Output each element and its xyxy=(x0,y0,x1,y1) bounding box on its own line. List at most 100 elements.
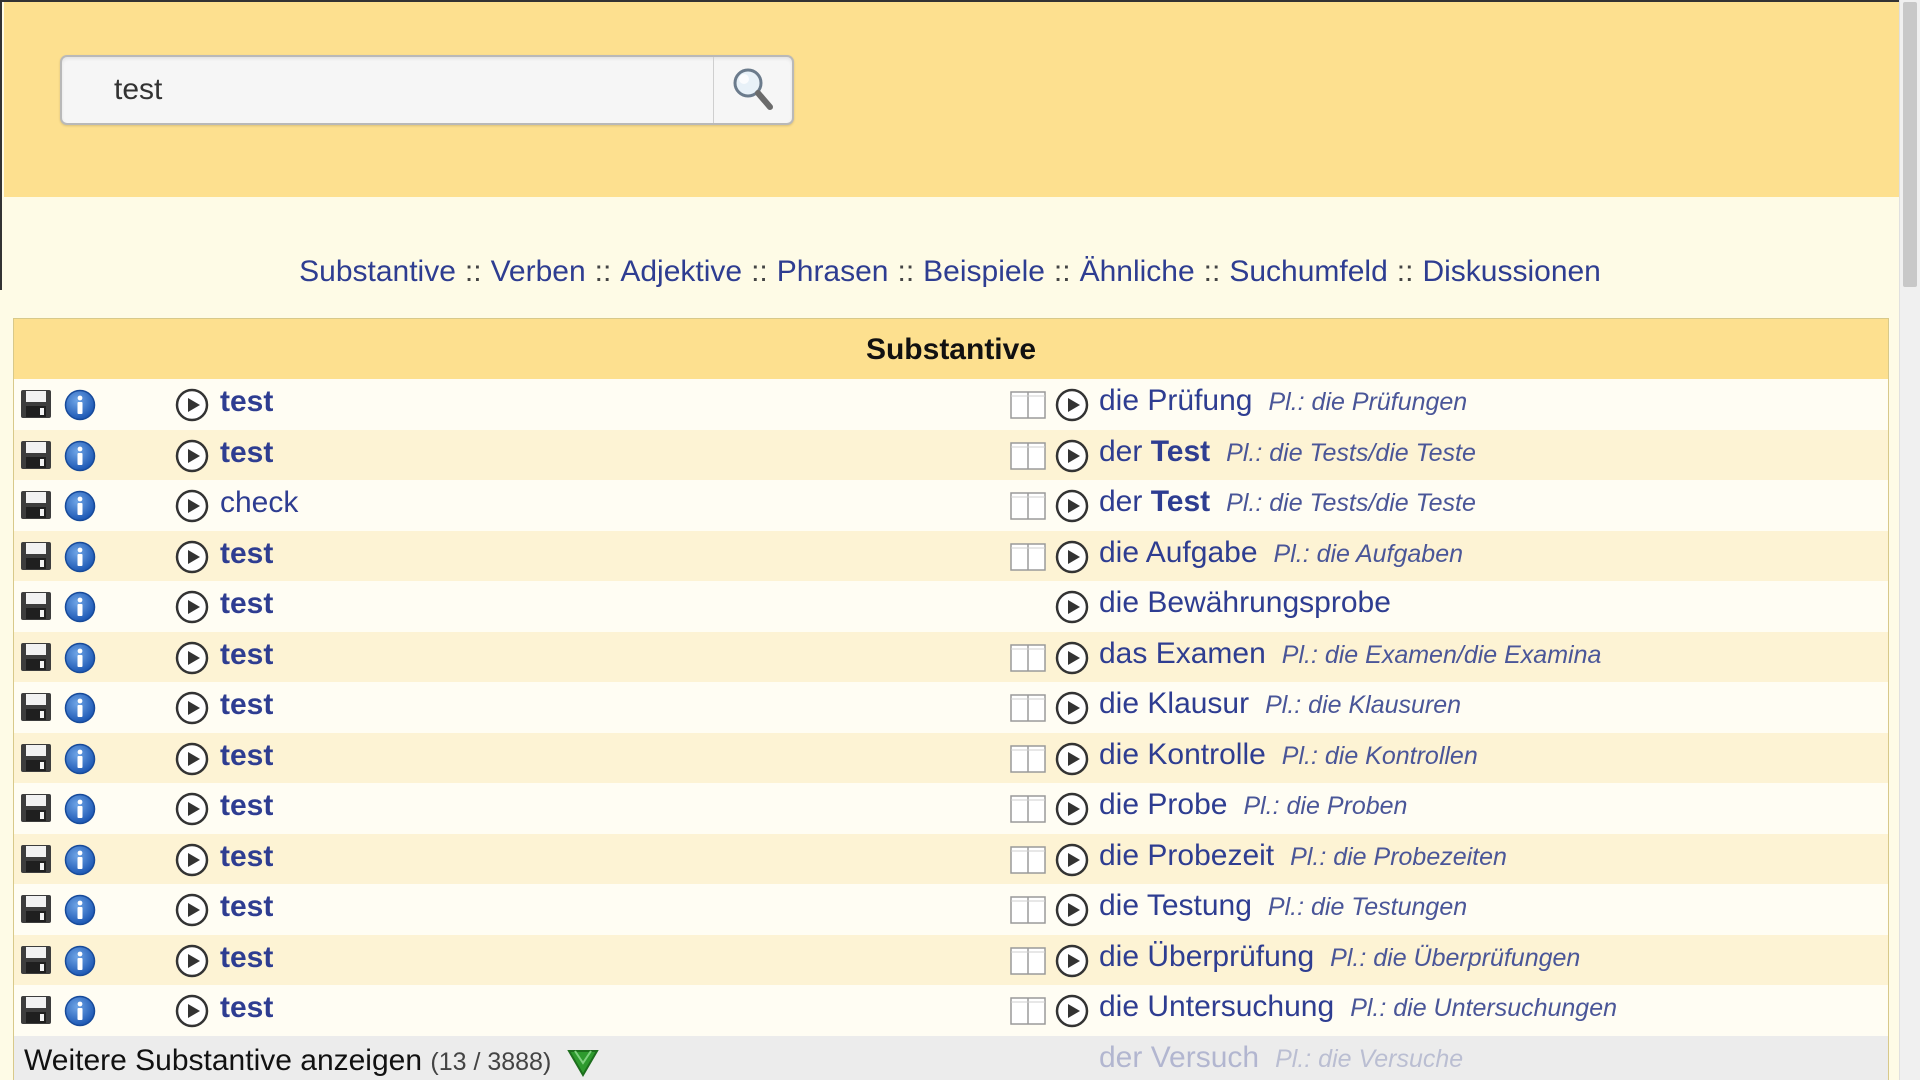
info-icon[interactable] xyxy=(64,692,96,729)
info-icon[interactable] xyxy=(64,743,96,780)
play-audio-icon[interactable] xyxy=(175,843,209,882)
save-disk-icon[interactable] xyxy=(20,389,52,424)
info-icon[interactable] xyxy=(64,793,96,830)
book-icon[interactable] xyxy=(1010,693,1046,728)
german-term[interactable]: die Überprüfung Pl.: die Überprüfungen xyxy=(1099,940,1580,974)
english-term[interactable]: test xyxy=(220,688,273,722)
show-more-row[interactable]: Weitere Substantive anzeigen (13 / 3888)… xyxy=(14,1035,1888,1080)
german-term[interactable]: die Klausur Pl.: die Klausuren xyxy=(1099,687,1461,721)
play-audio-icon[interactable] xyxy=(1055,893,1089,932)
book-icon[interactable] xyxy=(1010,441,1046,476)
play-audio-icon[interactable] xyxy=(1055,944,1089,983)
green-down-arrow-icon[interactable] xyxy=(567,1048,599,1080)
play-audio-icon[interactable] xyxy=(175,489,209,528)
german-term[interactable]: der Test Pl.: die Tests/die Teste xyxy=(1099,435,1476,469)
nav-link-suchumfeld[interactable]: Suchumfeld xyxy=(1229,255,1387,288)
save-disk-icon[interactable] xyxy=(20,894,52,929)
info-icon[interactable] xyxy=(64,995,96,1032)
play-audio-icon[interactable] xyxy=(1055,439,1089,478)
play-audio-icon[interactable] xyxy=(175,994,209,1033)
book-icon[interactable] xyxy=(1010,643,1046,678)
german-term[interactable]: die Probezeit Pl.: die Probezeiten xyxy=(1099,839,1507,873)
german-term[interactable]: die Untersuchung Pl.: die Untersuchungen xyxy=(1099,990,1617,1024)
english-term[interactable]: test xyxy=(220,638,273,672)
german-term[interactable]: die Aufgabe Pl.: die Aufgaben xyxy=(1099,536,1463,570)
info-icon[interactable] xyxy=(64,541,96,578)
info-icon[interactable] xyxy=(64,389,96,426)
info-icon[interactable] xyxy=(64,440,96,477)
play-audio-icon[interactable] xyxy=(175,540,209,579)
search-input[interactable] xyxy=(64,59,714,121)
info-icon[interactable] xyxy=(64,844,96,881)
german-term[interactable]: der Test Pl.: die Tests/die Teste xyxy=(1099,485,1476,519)
nav-link-beispiele[interactable]: Beispiele xyxy=(923,255,1045,288)
book-icon[interactable] xyxy=(1010,390,1046,425)
save-disk-icon[interactable] xyxy=(20,440,52,475)
play-audio-icon[interactable] xyxy=(1055,641,1089,680)
book-icon[interactable] xyxy=(1010,845,1046,880)
german-term[interactable]: die Bewährungsprobe xyxy=(1099,586,1391,620)
nav-link-adjektive[interactable]: Adjektive xyxy=(620,255,742,288)
play-audio-icon[interactable] xyxy=(175,439,209,478)
play-audio-icon[interactable] xyxy=(175,893,209,932)
save-disk-icon[interactable] xyxy=(20,692,52,727)
save-disk-icon[interactable] xyxy=(20,743,52,778)
play-audio-icon[interactable] xyxy=(1055,489,1089,528)
play-audio-icon[interactable] xyxy=(175,590,209,629)
english-term[interactable]: test xyxy=(220,991,273,1025)
vertical-scrollbar[interactable] xyxy=(1899,0,1920,1080)
book-icon[interactable] xyxy=(1010,491,1046,526)
save-disk-icon[interactable] xyxy=(20,844,52,879)
english-term[interactable]: test xyxy=(220,789,273,823)
save-disk-icon[interactable] xyxy=(20,995,52,1030)
info-icon[interactable] xyxy=(64,945,96,982)
german-term[interactable]: die Prüfung Pl.: die Prüfungen xyxy=(1099,384,1467,418)
play-audio-icon[interactable] xyxy=(1055,742,1089,781)
play-audio-icon[interactable] xyxy=(1055,691,1089,730)
german-term[interactable]: das Examen Pl.: die Examen/die Examina xyxy=(1099,637,1601,671)
play-audio-icon[interactable] xyxy=(1055,994,1089,1033)
info-icon[interactable] xyxy=(64,591,96,628)
german-term[interactable]: die Kontrolle Pl.: die Kontrollen xyxy=(1099,738,1478,772)
play-audio-icon[interactable] xyxy=(175,792,209,831)
german-term[interactable]: die Probe Pl.: die Proben xyxy=(1099,788,1407,822)
english-term[interactable]: test xyxy=(220,436,273,470)
save-disk-icon[interactable] xyxy=(20,541,52,576)
english-term[interactable]: test xyxy=(220,890,273,924)
play-audio-icon[interactable] xyxy=(1055,792,1089,831)
save-disk-icon[interactable] xyxy=(20,945,52,980)
play-audio-icon[interactable] xyxy=(175,388,209,427)
scrollbar-thumb[interactable] xyxy=(1903,2,1917,287)
play-audio-icon[interactable] xyxy=(1055,388,1089,427)
english-term[interactable]: test xyxy=(220,537,273,571)
search-button[interactable] xyxy=(713,57,792,123)
play-audio-icon[interactable] xyxy=(1055,540,1089,579)
english-term[interactable]: test xyxy=(220,385,273,419)
book-icon[interactable] xyxy=(1010,542,1046,577)
nav-link-diskussionen[interactable]: Diskussionen xyxy=(1422,255,1600,288)
play-audio-icon[interactable] xyxy=(175,742,209,781)
english-term[interactable]: test xyxy=(220,840,273,874)
book-icon[interactable] xyxy=(1010,996,1046,1031)
info-icon[interactable] xyxy=(64,642,96,679)
book-icon[interactable] xyxy=(1010,744,1046,779)
save-disk-icon[interactable] xyxy=(20,642,52,677)
save-disk-icon[interactable] xyxy=(20,793,52,828)
play-audio-icon[interactable] xyxy=(175,691,209,730)
play-audio-icon[interactable] xyxy=(1055,843,1089,882)
book-icon[interactable] xyxy=(1010,794,1046,829)
german-term[interactable]: die Testung Pl.: die Testungen xyxy=(1099,889,1467,923)
english-term[interactable]: test xyxy=(220,587,273,621)
nav-link-aehnliche[interactable]: Ähnliche xyxy=(1080,255,1195,288)
english-term[interactable]: check xyxy=(220,486,298,520)
english-term[interactable]: test xyxy=(220,941,273,975)
book-icon[interactable] xyxy=(1010,946,1046,981)
book-icon[interactable] xyxy=(1010,895,1046,930)
play-audio-icon[interactable] xyxy=(1055,590,1089,629)
nav-link-verben[interactable]: Verben xyxy=(491,255,586,288)
info-icon[interactable] xyxy=(64,490,96,527)
play-audio-icon[interactable] xyxy=(175,641,209,680)
play-audio-icon[interactable] xyxy=(175,944,209,983)
info-icon[interactable] xyxy=(64,894,96,931)
english-term[interactable]: test xyxy=(220,739,273,773)
